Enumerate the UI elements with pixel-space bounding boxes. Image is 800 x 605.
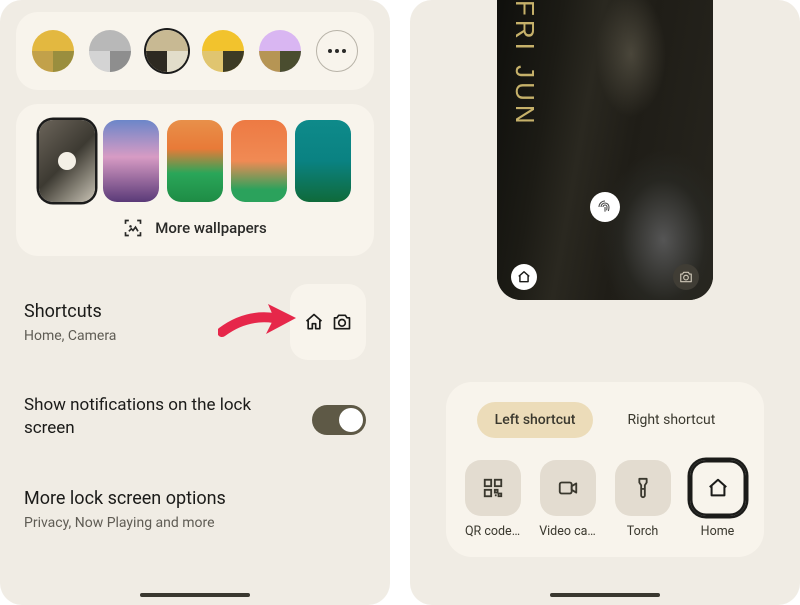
more-wallpapers-label: More wallpapers xyxy=(155,219,266,237)
qr-icon xyxy=(482,477,504,499)
color-swatch-1[interactable] xyxy=(89,30,131,72)
gesture-bar xyxy=(140,593,250,597)
shortcut-option-home: Home xyxy=(687,460,748,539)
more-options-row[interactable]: More lock screen options Privacy, Now Pl… xyxy=(24,488,366,531)
shortcuts-row[interactable]: Shortcuts Home, Camera xyxy=(24,284,366,360)
shortcut-option-label: Torch xyxy=(627,524,659,539)
wallpaper-thumb-0[interactable] xyxy=(39,120,95,202)
shortcut-option-label: Home xyxy=(701,524,735,539)
shortcuts-title: Shortcuts xyxy=(24,301,116,322)
wallpaper-thumb-3[interactable] xyxy=(231,120,287,202)
color-swatch-3[interactable] xyxy=(202,30,244,72)
lock-screen-preview: FRI JUN xyxy=(497,0,713,300)
notifications-title: Show notifications on the lock screen xyxy=(24,394,284,440)
shortcut-option-button-qr[interactable] xyxy=(465,460,521,516)
shortcut-option-qr: QR code… xyxy=(462,460,523,539)
wallpaper-thumb-1[interactable] xyxy=(103,120,159,202)
color-palette-card xyxy=(16,12,374,90)
gesture-bar xyxy=(550,593,660,597)
preview-right-shortcut xyxy=(673,264,699,290)
color-swatch-4[interactable] xyxy=(259,30,301,72)
home-icon xyxy=(304,312,324,332)
tab-right-label: Right shortcut xyxy=(627,412,715,428)
shortcut-tabs: Left shortcut Right shortcut xyxy=(462,402,748,438)
shortcut-picker-panel: FRI JUN Left shortcut Right shortcut xyxy=(410,0,800,605)
home-icon xyxy=(707,477,729,499)
tab-right-shortcut[interactable]: Right shortcut xyxy=(609,402,733,438)
more-options-subtitle: Privacy, Now Playing and more xyxy=(24,515,226,531)
shortcut-preview-box[interactable] xyxy=(290,284,366,360)
wallpaper-thumb-2[interactable] xyxy=(167,120,223,202)
wallpaper-thumbnails xyxy=(32,120,358,202)
shortcut-editor-card: Left shortcut Right shortcut QR code… Vid… xyxy=(446,382,764,557)
shortcut-option-label: QR code… xyxy=(465,524,520,539)
more-options-text: More lock screen options Privacy, Now Pl… xyxy=(24,488,226,531)
more-wallpapers-button[interactable]: More wallpapers xyxy=(32,218,358,238)
tab-left-label: Left shortcut xyxy=(495,412,576,428)
notifications-toggle[interactable] xyxy=(312,405,366,435)
wallpaper-applied-dot xyxy=(58,152,76,170)
shortcut-option-video: Video ca… xyxy=(537,460,598,539)
shortcuts-subtitle: Home, Camera xyxy=(24,328,116,344)
shortcut-option-label: Video ca… xyxy=(539,524,596,539)
lock-screen-settings-panel: More wallpapers Shortcuts Home, Camera xyxy=(0,0,390,605)
toggle-knob xyxy=(339,408,363,432)
more-options-title: More lock screen options xyxy=(24,488,226,509)
wallpaper-icon xyxy=(123,218,143,238)
preview-left-shortcut xyxy=(511,264,537,290)
notifications-text: Show notifications on the lock screen xyxy=(24,394,284,446)
color-swatch-0[interactable] xyxy=(32,30,74,72)
fingerprint-icon xyxy=(590,192,620,222)
tab-left-shortcut[interactable]: Left shortcut xyxy=(477,402,594,438)
more-colors-button[interactable] xyxy=(316,30,358,72)
shortcut-option-button-video[interactable] xyxy=(540,460,596,516)
lock-screen-date: FRI JUN xyxy=(509,0,540,128)
camera-icon xyxy=(332,312,352,332)
shortcut-option-button-torch[interactable] xyxy=(615,460,671,516)
wallpaper-card: More wallpapers xyxy=(16,104,374,256)
shortcut-option-button-home[interactable] xyxy=(690,460,746,516)
color-swatch-2[interactable] xyxy=(146,30,188,72)
shortcuts-text: Shortcuts Home, Camera xyxy=(24,301,116,344)
shortcut-option-torch: Torch xyxy=(612,460,673,539)
video-icon xyxy=(557,477,579,499)
shortcut-option-grid: QR code… Video ca… Torch Home xyxy=(462,460,748,539)
wallpaper-thumb-4[interactable] xyxy=(295,120,351,202)
notifications-row[interactable]: Show notifications on the lock screen xyxy=(24,394,366,446)
torch-icon xyxy=(632,477,654,499)
